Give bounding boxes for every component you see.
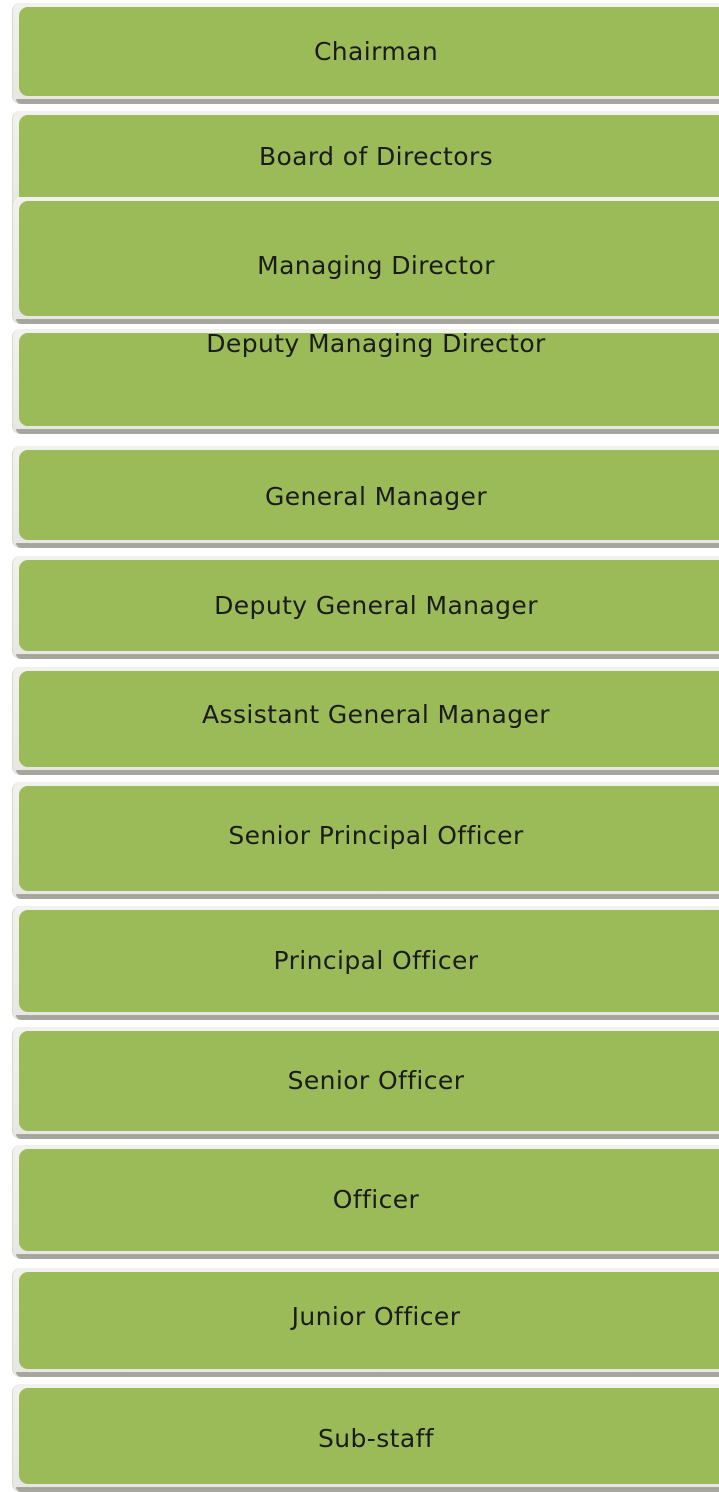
level-box: Assistant General Manager (19, 671, 719, 767)
level-box: Deputy Managing Director (19, 329, 719, 426)
level-box: Principal Officer (19, 910, 719, 1012)
level-box: Senior Officer (19, 1031, 719, 1131)
level-box: Board of Directors (19, 115, 719, 210)
level-box: General Manager (19, 450, 719, 540)
level-label: Deputy Managing Director (206, 329, 546, 358)
level-box: Officer (19, 1149, 719, 1251)
level-box: Junior Officer (19, 1272, 719, 1369)
level-officer: Officer (12, 1145, 719, 1259)
level-label: Senior Officer (287, 1066, 465, 1095)
level-box: Deputy General Manager (19, 560, 719, 651)
level-label: Officer (332, 1185, 420, 1214)
level-managing-director: Managing Director (12, 197, 719, 324)
level-label: General Manager (264, 482, 488, 511)
level-assistant-general-manager: Assistant General Manager (12, 667, 719, 775)
level-principal-officer: Principal Officer (12, 906, 719, 1020)
level-senior-principal-officer: Senior Principal Officer (12, 782, 719, 899)
level-label: Chairman (313, 37, 439, 66)
level-general-manager: General Manager (12, 446, 719, 548)
level-box: Chairman (19, 7, 719, 96)
level-label: Junior Officer (291, 1302, 461, 1331)
organization-hierarchy: Chairman Board of Directors Managing Dir… (0, 0, 719, 1492)
level-label: Board of Directors (258, 142, 494, 171)
level-label: Sub-staff (318, 1424, 434, 1453)
level-label: Senior Principal Officer (228, 821, 524, 850)
level-label: Assistant General Manager (202, 700, 550, 729)
level-deputy-general-manager: Deputy General Manager (12, 556, 719, 659)
level-chairman: Chairman (12, 3, 719, 104)
level-label: Deputy General Manager (214, 591, 538, 620)
level-box: Sub-staff (19, 1388, 719, 1484)
level-sub-staff: Sub-staff (12, 1384, 719, 1492)
level-junior-officer: Junior Officer (12, 1268, 719, 1377)
level-box: Senior Principal Officer (19, 786, 719, 891)
level-senior-officer: Senior Officer (12, 1027, 719, 1139)
level-label: Principal Officer (273, 946, 479, 975)
level-box: Managing Director (19, 201, 719, 316)
level-label: Managing Director (257, 251, 495, 280)
level-deputy-managing-director: Deputy Managing Director (12, 329, 719, 434)
